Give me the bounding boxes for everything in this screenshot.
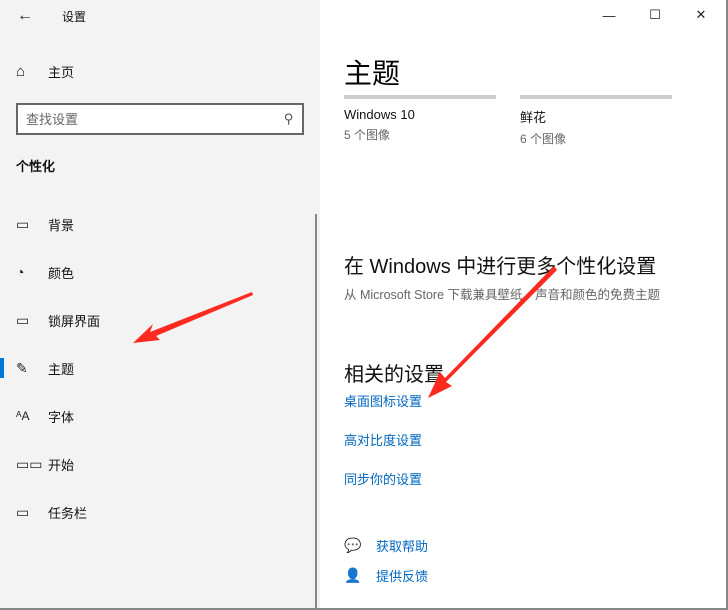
sidebar-item-label: 任务栏: [48, 505, 88, 521]
sidebar-item-background[interactable]: ▭ 背景: [0, 200, 316, 248]
theme-icon: ✎: [16, 359, 28, 376]
high-contrast-link[interactable]: 高对比度设置: [344, 430, 422, 449]
picture-icon: ▭: [16, 215, 30, 232]
theme-preview: [520, 95, 672, 99]
related-heading: 相关的设置: [344, 364, 444, 386]
sidebar-item-label: 开始: [48, 457, 75, 473]
back-button[interactable]: ←: [12, 4, 38, 28]
sidebar-item-label: 主题: [48, 361, 75, 377]
more-heading: 在 Windows 中进行更多个性化设置: [344, 256, 657, 278]
taskbar-icon: ▭: [16, 503, 30, 520]
lock-screen-icon: ▭: [16, 311, 30, 328]
sidebar-item-themes[interactable]: ✎ 主题: [0, 344, 316, 392]
get-help-link[interactable]: 💬 获取帮助: [344, 536, 428, 555]
home-icon: ⌂: [16, 63, 26, 80]
search-box[interactable]: ⚲: [16, 103, 304, 135]
help-label: 获取帮助: [376, 539, 429, 554]
scrollbar[interactable]: [315, 214, 317, 608]
app-title: 设置: [62, 10, 87, 24]
close-button[interactable]: ✕: [678, 0, 724, 30]
settings-window: ← 设置 ⌂ 主页 ⚲ 个性化 ▭ 背景 ◔ 颜色 ▭ 锁屏界面 ✎ 主题 ᴬA 字体 ▭…: [0, 0, 728, 610]
store-link-text[interactable]: 从 Microsoft Store 下载兼具壁纸、声音和颜色的免费主题: [344, 284, 660, 303]
theme-card-windows10[interactable]: Windows 10 5 个图像: [344, 95, 496, 143]
sidebar-item-label: 字体: [48, 409, 75, 425]
start-icon: ▭▭: [16, 455, 43, 472]
sidebar-item-home[interactable]: ⌂ 主页: [16, 62, 74, 81]
sidebar-item-taskbar[interactable]: ▭ 任务栏: [0, 488, 316, 536]
palette-icon: ◔: [16, 264, 25, 280]
sidebar-item-start[interactable]: ▭▭ 开始: [0, 440, 316, 488]
desktop-icon-settings-link[interactable]: 桌面图标设置: [344, 391, 422, 410]
feedback-icon: 👤: [344, 567, 362, 583]
theme-count: 5 个图像: [344, 128, 391, 142]
search-icon[interactable]: ⚲: [284, 111, 294, 127]
font-icon: ᴬA: [16, 409, 30, 423]
theme-name: Windows 10: [344, 107, 415, 122]
main-content: — ☐ ✕ 主题 Windows 10 5 个图像 鲜花 6 个图像 在 Win…: [320, 0, 726, 608]
search-input[interactable]: [26, 111, 285, 127]
feedback-link[interactable]: 👤 提供反馈: [344, 566, 428, 585]
sync-settings-link[interactable]: 同步你的设置: [344, 469, 422, 488]
sidebar-item-lock-screen[interactable]: ▭ 锁屏界面: [0, 296, 316, 344]
theme-name: 鲜花: [520, 110, 547, 125]
sidebar-item-label: 锁屏界面: [48, 313, 101, 329]
theme-count: 6 个图像: [520, 132, 567, 146]
home-label: 主页: [48, 65, 75, 80]
help-chat-icon: 💬: [344, 537, 362, 553]
theme-card-flowers[interactable]: 鲜花 6 个图像: [520, 95, 672, 147]
page-title: 主题: [344, 58, 401, 89]
sidebar-item-label: 背景: [48, 217, 75, 233]
minimize-button[interactable]: —: [586, 0, 632, 30]
window-controls: — ☐ ✕: [586, 0, 724, 30]
sidebar-nav: ▭ 背景 ◔ 颜色 ▭ 锁屏界面 ✎ 主题 ᴬA 字体 ▭▭ 开始 ▭ 任务栏: [0, 200, 316, 536]
feedback-label: 提供反馈: [376, 569, 429, 584]
sidebar-item-fonts[interactable]: ᴬA 字体: [0, 392, 316, 440]
maximize-button[interactable]: ☐: [632, 0, 678, 30]
sidebar-item-label: 颜色: [48, 265, 75, 281]
sidebar-item-colors[interactable]: ◔ 颜色: [0, 248, 316, 296]
theme-preview: [344, 95, 496, 99]
section-heading: 个性化: [16, 159, 56, 174]
sidebar: ← 设置 ⌂ 主页 ⚲ 个性化 ▭ 背景 ◔ 颜色 ▭ 锁屏界面 ✎ 主题 ᴬA 字体 ▭…: [0, 0, 320, 608]
